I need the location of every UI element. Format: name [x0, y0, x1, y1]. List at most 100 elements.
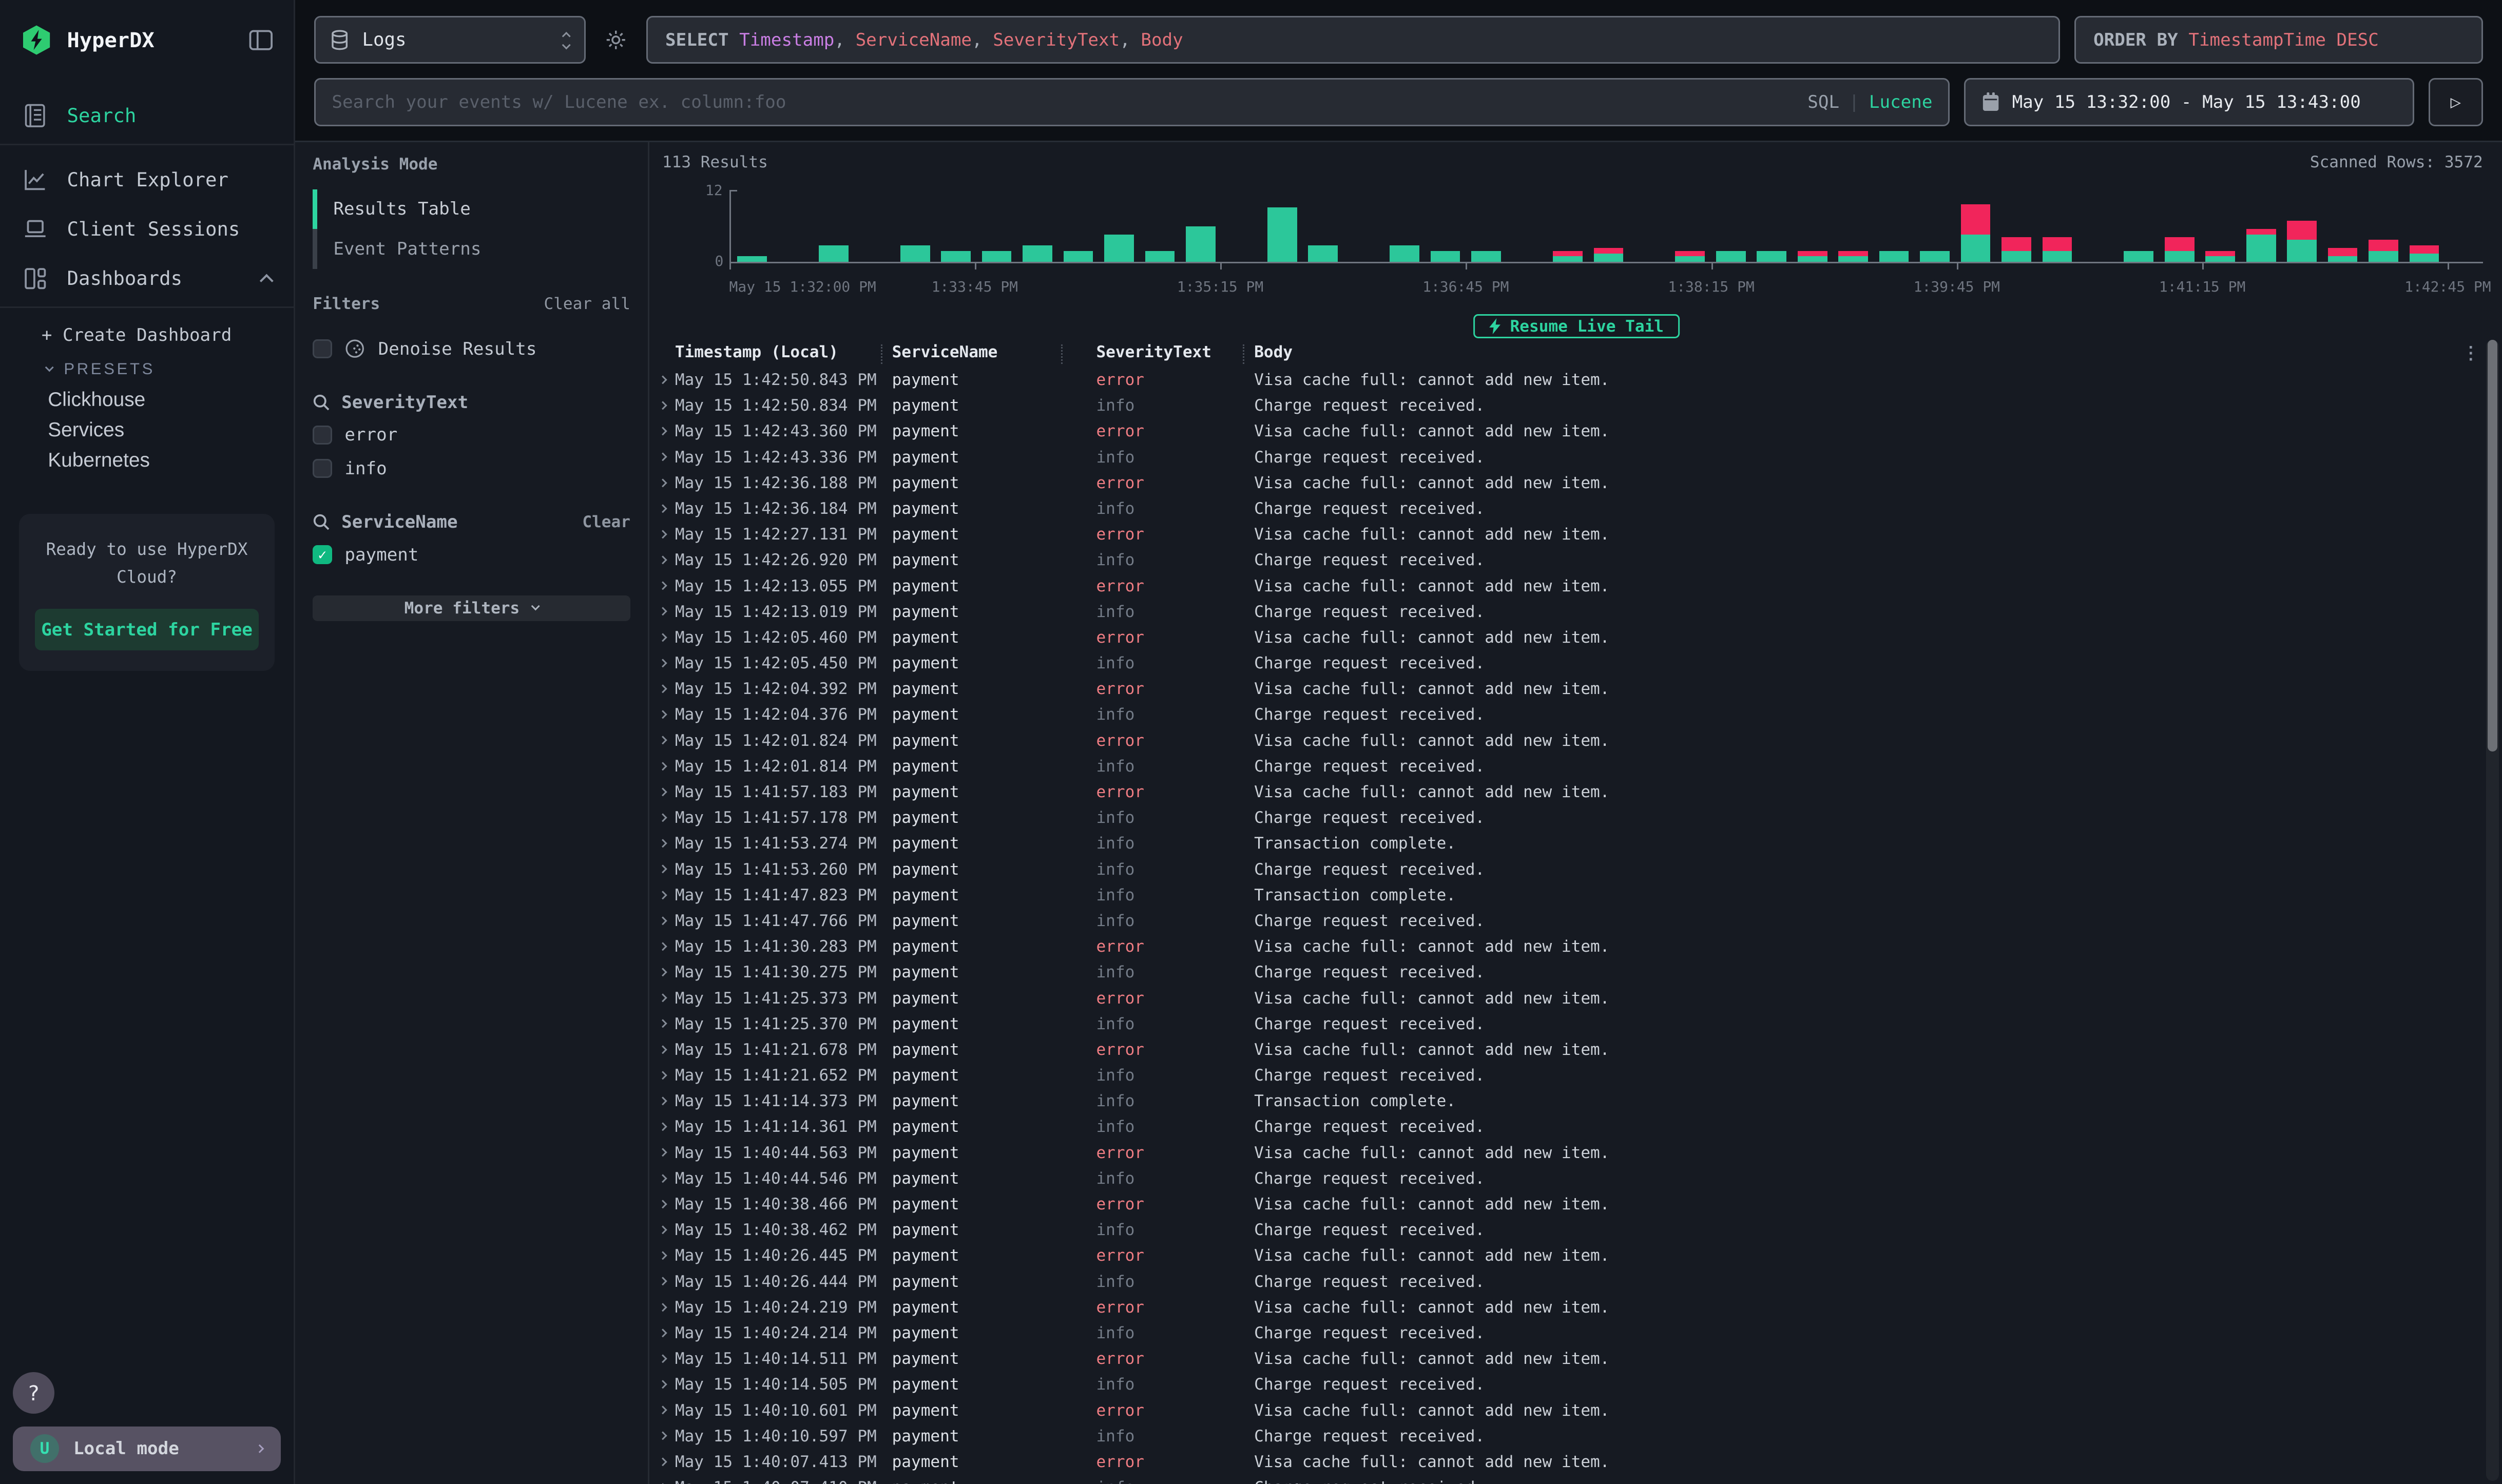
row-expand-chevron-icon[interactable]: [651, 711, 675, 718]
row-expand-chevron-icon[interactable]: [651, 634, 675, 641]
language-toggle-lucene[interactable]: Lucene: [1869, 92, 1933, 112]
table-row[interactable]: May 15 1:41:21.652 PMpaymentinfoCharge r…: [651, 1063, 2479, 1088]
table-row[interactable]: May 15 1:41:14.373 PMpaymentinfoTransact…: [651, 1088, 2479, 1114]
help-button[interactable]: ?: [13, 1372, 54, 1414]
table-row[interactable]: May 15 1:40:38.462 PMpaymentinfoCharge r…: [651, 1217, 2479, 1243]
row-expand-chevron-icon[interactable]: [651, 866, 675, 872]
row-expand-chevron-icon[interactable]: [651, 995, 675, 1001]
table-row[interactable]: May 15 1:42:01.824 PMpaymenterrorVisa ca…: [651, 728, 2479, 754]
table-row[interactable]: May 15 1:40:44.563 PMpaymenterrorVisa ca…: [651, 1140, 2479, 1166]
row-expand-chevron-icon[interactable]: [651, 583, 675, 589]
table-row[interactable]: May 15 1:41:53.260 PMpaymentinfoCharge r…: [651, 856, 2479, 882]
row-expand-chevron-icon[interactable]: [651, 1227, 675, 1233]
row-expand-chevron-icon[interactable]: [651, 1072, 675, 1078]
sidebar-item-search[interactable]: Search: [0, 91, 294, 140]
row-expand-chevron-icon[interactable]: [651, 1356, 675, 1362]
row-expand-chevron-icon[interactable]: [651, 531, 675, 537]
table-row[interactable]: May 15 1:41:53.274 PMpaymentinfoTransact…: [651, 831, 2479, 856]
table-row[interactable]: May 15 1:42:36.184 PMpaymentinfoCharge r…: [651, 496, 2479, 522]
sidebar-item-client-sessions[interactable]: Client Sessions: [0, 204, 294, 254]
row-expand-chevron-icon[interactable]: [651, 1124, 675, 1130]
source-select[interactable]: Logs: [314, 16, 585, 64]
table-row[interactable]: May 15 1:42:36.188 PMpaymenterrorVisa ca…: [651, 470, 2479, 496]
resume-live-tail-button[interactable]: Resume Live Tail: [1473, 314, 1680, 338]
row-expand-chevron-icon[interactable]: [651, 1433, 675, 1439]
row-expand-chevron-icon[interactable]: [651, 918, 675, 924]
table-row[interactable]: May 15 1:40:44.546 PMpaymentinfoCharge r…: [651, 1166, 2479, 1191]
table-row[interactable]: May 15 1:40:24.219 PMpaymenterrorVisa ca…: [651, 1295, 2479, 1320]
mode-results-table[interactable]: Results Table: [313, 189, 630, 229]
run-query-button[interactable]: ▷: [2429, 78, 2483, 126]
table-row[interactable]: May 15 1:41:57.183 PMpaymenterrorVisa ca…: [651, 779, 2479, 805]
table-row[interactable]: May 15 1:40:14.505 PMpaymentinfoCharge r…: [651, 1372, 2479, 1397]
collapse-sidebar-icon[interactable]: [249, 30, 273, 50]
table-row[interactable]: May 15 1:41:30.275 PMpaymentinfoCharge r…: [651, 959, 2479, 985]
denoise-results-checkbox-row[interactable]: Denoise Results: [313, 332, 630, 365]
search-input[interactable]: Search your events w/ Lucene ex. column:…: [314, 78, 1950, 126]
table-row[interactable]: May 15 1:42:27.131 PMpaymenterrorVisa ca…: [651, 522, 2479, 547]
table-row[interactable]: May 15 1:40:24.214 PMpaymentinfoCharge r…: [651, 1320, 2479, 1346]
row-expand-chevron-icon[interactable]: [651, 1175, 675, 1182]
sidebar-item-chart-explorer[interactable]: Chart Explorer: [0, 155, 294, 204]
row-expand-chevron-icon[interactable]: [651, 1330, 675, 1336]
time-range-picker[interactable]: May 15 13:32:00 - May 15 13:43:00: [1964, 78, 2414, 126]
row-expand-chevron-icon[interactable]: [651, 1407, 675, 1413]
table-row[interactable]: May 15 1:42:50.834 PMpaymentinfoCharge r…: [651, 393, 2479, 418]
table-scrollbar[interactable]: [2486, 340, 2499, 1481]
column-header-severitytext[interactable]: SeverityText: [1096, 343, 1211, 361]
checkbox-unchecked[interactable]: [313, 339, 332, 358]
more-filters-button[interactable]: More filters: [313, 595, 630, 621]
row-expand-chevron-icon[interactable]: [651, 1304, 675, 1310]
row-expand-chevron-icon[interactable]: [651, 557, 675, 563]
checkbox-checked[interactable]: ✓: [313, 545, 332, 564]
table-row[interactable]: May 15 1:42:04.392 PMpaymenterrorVisa ca…: [651, 676, 2479, 702]
presets-toggle[interactable]: PRESETS: [0, 354, 294, 384]
table-row[interactable]: May 15 1:40:26.444 PMpaymentinfoCharge r…: [651, 1268, 2479, 1294]
table-row[interactable]: May 15 1:42:05.460 PMpaymenterrorVisa ca…: [651, 625, 2479, 650]
select-clause-input[interactable]: SELECT Timestamp, ServiceName, SeverityT…: [646, 16, 2060, 64]
create-dashboard-button[interactable]: + Create Dashboard: [0, 316, 294, 354]
table-options-kebab-icon[interactable]: ⋮: [2462, 343, 2479, 363]
row-expand-chevron-icon[interactable]: [651, 660, 675, 666]
row-expand-chevron-icon[interactable]: [651, 1149, 675, 1155]
mode-event-patterns[interactable]: Event Patterns: [313, 229, 630, 269]
table-row[interactable]: May 15 1:40:10.597 PMpaymentinfoCharge r…: [651, 1423, 2479, 1449]
table-row[interactable]: May 15 1:41:30.283 PMpaymenterrorVisa ca…: [651, 934, 2479, 959]
scrollbar-thumb[interactable]: [2488, 340, 2497, 751]
row-expand-chevron-icon[interactable]: [651, 480, 675, 486]
preset-clickhouse[interactable]: Clickhouse: [0, 384, 294, 415]
facet-option-info[interactable]: info: [313, 452, 630, 485]
row-expand-chevron-icon[interactable]: [651, 1201, 675, 1207]
facet-option-payment[interactable]: ✓ payment: [313, 538, 630, 571]
row-expand-chevron-icon[interactable]: [651, 737, 675, 743]
column-header-timestamp[interactable]: Timestamp (Local): [675, 343, 838, 361]
table-row[interactable]: May 15 1:41:25.373 PMpaymenterrorVisa ca…: [651, 985, 2479, 1011]
row-expand-chevron-icon[interactable]: [651, 943, 675, 950]
row-expand-chevron-icon[interactable]: [651, 1252, 675, 1259]
sidebar-item-dashboards[interactable]: Dashboards: [0, 254, 294, 303]
row-expand-chevron-icon[interactable]: [651, 506, 675, 512]
row-expand-chevron-icon[interactable]: [651, 1459, 675, 1465]
table-row[interactable]: May 15 1:42:43.360 PMpaymenterrorVisa ca…: [651, 418, 2479, 444]
row-expand-chevron-icon[interactable]: [651, 892, 675, 898]
table-row[interactable]: May 15 1:41:25.370 PMpaymentinfoCharge r…: [651, 1011, 2479, 1037]
preset-kubernetes[interactable]: Kubernetes: [0, 445, 294, 475]
column-separator[interactable]: [881, 344, 882, 363]
table-row[interactable]: May 15 1:42:26.920 PMpaymentinfoCharge r…: [651, 547, 2479, 573]
column-header-servicename[interactable]: ServiceName: [892, 343, 998, 361]
table-row[interactable]: May 15 1:40:38.466 PMpaymenterrorVisa ca…: [651, 1191, 2479, 1217]
table-row[interactable]: May 15 1:40:14.511 PMpaymenterrorVisa ca…: [651, 1346, 2479, 1372]
row-expand-chevron-icon[interactable]: [651, 789, 675, 795]
table-row[interactable]: May 15 1:42:50.843 PMpaymenterrorVisa ca…: [651, 367, 2479, 393]
table-row[interactable]: May 15 1:42:01.814 PMpaymentinfoCharge r…: [651, 754, 2479, 779]
table-row[interactable]: May 15 1:42:13.055 PMpaymenterrorVisa ca…: [651, 573, 2479, 599]
table-row[interactable]: May 15 1:42:04.376 PMpaymentinfoCharge r…: [651, 702, 2479, 727]
facet-clear-link[interactable]: Clear: [582, 513, 630, 531]
row-expand-chevron-icon[interactable]: [651, 1278, 675, 1284]
table-row[interactable]: May 15 1:41:47.823 PMpaymentinfoTransact…: [651, 882, 2479, 908]
row-expand-chevron-icon[interactable]: [651, 763, 675, 769]
get-started-button[interactable]: Get Started for Free: [35, 609, 258, 650]
row-expand-chevron-icon[interactable]: [651, 1098, 675, 1104]
table-row[interactable]: May 15 1:40:26.445 PMpaymenterrorVisa ca…: [651, 1243, 2479, 1268]
row-expand-chevron-icon[interactable]: [651, 840, 675, 846]
